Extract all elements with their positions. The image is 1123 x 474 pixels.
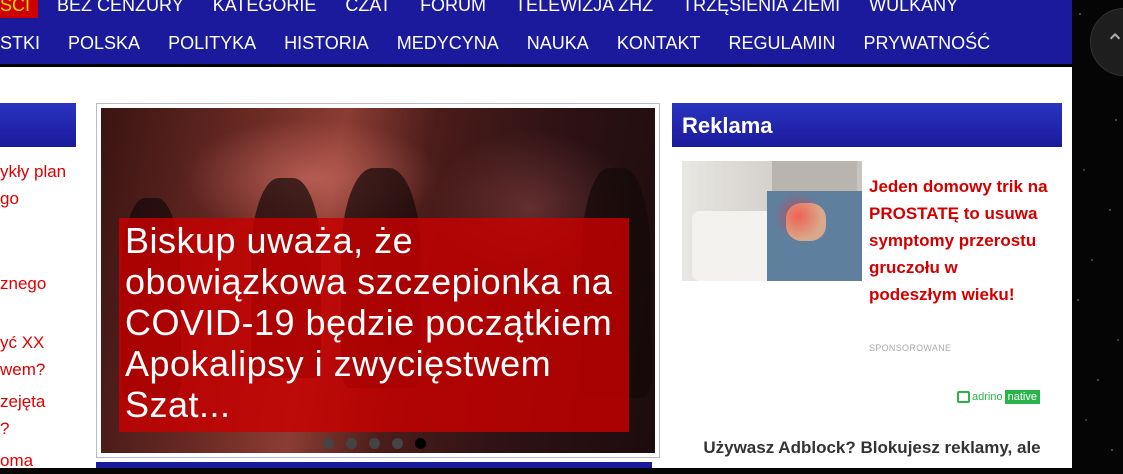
nav-item-medycyna[interactable]: MEDYCYNA [397,33,499,54]
nav-divider [0,64,1072,67]
adblock-notice: Używasz Adblock? Blokujesz reklamy, ale [703,438,1041,457]
slider-pagination [323,438,438,449]
nav-item-polska[interactable]: POLSKA [68,33,140,54]
slider-dot[interactable] [392,438,403,449]
ad-network-badge[interactable]: adrino native [957,390,1040,404]
article-link[interactable]: yć XX [0,329,44,356]
nav-item-bez-cenzury[interactable]: BEZ CENZURY [57,0,184,16]
article-link[interactable]: ykły plan [0,158,66,185]
section-header-bar [96,462,652,468]
nav-item-historia[interactable]: HISTORIA [284,33,369,54]
slider-image[interactable]: Biskup uważa, że obowiązkowa szczepionka… [101,108,655,453]
nav-item-wulkany[interactable]: WULKANY [869,0,958,16]
nav-item-wszystki[interactable]: STKI [0,33,40,54]
nav-item-kontakt[interactable]: KONTAKT [617,33,701,54]
slider-dot-active[interactable] [415,438,426,449]
ad-image[interactable] [682,161,862,281]
nav-item-regulamin[interactable]: REGULAMIN [728,33,835,54]
nav-item-trzesienia[interactable]: TRZĘSIENIA ZIEMI [682,0,840,16]
slider-dot[interactable] [346,438,357,449]
image-highlight [774,191,822,241]
page: ŚCI BEZ CENZURY KATEGORIE CZAT FORUM TEL… [0,0,1072,470]
nav-item-kategorie[interactable]: KATEGORIE [213,0,317,16]
ad-section-header: Reklama [672,103,1062,147]
chevron-up-icon: ⌃ [1105,30,1123,57]
featured-slider[interactable]: Biskup uważa, że obowiązkowa szczepionka… [96,103,660,458]
slider-dot[interactable] [323,438,334,449]
article-link[interactable]: wem? [0,356,45,383]
nav-item-wiadomosci[interactable]: ŚCI [0,0,39,18]
slider-caption[interactable]: Biskup uważa, że obowiązkowa szczepionka… [119,218,629,432]
nav-row-bottom: STKI POLSKA POLITYKA HISTORIA MEDYCYNA N… [0,31,1018,55]
article-link[interactable]: go [0,185,19,212]
nav-item-czat[interactable]: CZAT [345,0,391,16]
article-link[interactable]: zejęta [0,388,45,415]
ad-network-tag: native [1004,390,1040,404]
left-section-header [0,103,76,147]
slider-caption-text: Biskup uważa, że obowiązkowa szczepionka… [125,220,613,425]
nav-item-telewizja[interactable]: TELEWIZJA ZHZ [515,0,653,16]
nav-item-nauka[interactable]: NAUKA [527,33,589,54]
nav-item-forum[interactable]: FORUM [420,0,486,16]
sponsored-label: SPONSOROWANE [869,343,952,353]
nav-row-top: ŚCI BEZ CENZURY KATEGORIE CZAT FORUM TEL… [0,0,987,20]
ad-headline-link[interactable]: Jeden domowy trik na PROSTATĘ to usuwa s… [869,173,1049,308]
slider-dot[interactable] [369,438,380,449]
main-navigation: ŚCI BEZ CENZURY KATEGORIE CZAT FORUM TEL… [0,0,1072,64]
article-link[interactable]: znego [0,270,46,297]
adrino-logo-icon [957,391,970,403]
nav-item-polityka[interactable]: POLITYKA [168,33,256,54]
ad-section-title: Reklama [682,113,773,138]
nav-item-prywatnosc[interactable]: PRYWATNOŚĆ [864,33,991,54]
article-link[interactable]: oma [0,447,33,474]
ad-network-brand: adrino [972,391,1003,403]
article-link[interactable]: ? [0,415,9,442]
